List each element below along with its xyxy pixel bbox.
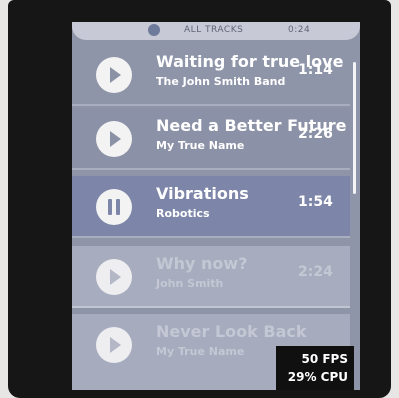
track-duration: 1:54 bbox=[298, 194, 333, 210]
play-button[interactable] bbox=[96, 57, 132, 93]
music-player-screen: ALL TRACKS 0:24 Waiting for true love Th… bbox=[72, 22, 360, 390]
track-artist: John Smith bbox=[156, 277, 224, 290]
play-icon bbox=[110, 131, 121, 147]
track-duration: 1:14 bbox=[298, 62, 333, 78]
track-row[interactable]: Need a Better Future My True Name 2:26 bbox=[72, 108, 350, 170]
scrollbar[interactable] bbox=[353, 62, 356, 194]
performance-overlay: 50 FPS 29% CPU bbox=[276, 346, 354, 390]
track-row[interactable]: Waiting for true love The John Smith Ban… bbox=[72, 44, 350, 106]
device-bezel: ALL TRACKS 0:24 Waiting for true love Th… bbox=[8, 0, 391, 398]
track-row[interactable]: Why now? John Smith 2:24 bbox=[72, 246, 350, 308]
track-artist: Robotics bbox=[156, 207, 210, 220]
pause-button[interactable] bbox=[96, 189, 132, 225]
track-title: Why now? bbox=[156, 254, 248, 273]
play-icon bbox=[110, 269, 121, 285]
header-bar: ALL TRACKS 0:24 bbox=[72, 22, 360, 40]
chevron-down-icon[interactable] bbox=[148, 24, 160, 36]
header-time: 0:24 bbox=[288, 25, 311, 35]
fps-readout: 50 FPS bbox=[301, 352, 348, 366]
track-row-active[interactable]: Vibrations Robotics 1:54 bbox=[72, 176, 350, 238]
pause-icon bbox=[108, 199, 120, 215]
track-artist: My True Name bbox=[156, 345, 245, 358]
play-icon bbox=[110, 337, 121, 353]
play-button[interactable] bbox=[96, 327, 132, 363]
play-button[interactable] bbox=[96, 121, 132, 157]
cpu-readout: 29% CPU bbox=[287, 370, 348, 384]
play-icon bbox=[110, 67, 121, 83]
header-title: ALL TRACKS bbox=[184, 25, 244, 35]
track-title: Vibrations bbox=[156, 184, 249, 203]
track-title: Never Look Back bbox=[156, 322, 307, 341]
track-artist: My True Name bbox=[156, 139, 245, 152]
track-duration: 2:24 bbox=[298, 264, 333, 280]
track-duration: 2:26 bbox=[298, 126, 333, 142]
play-button[interactable] bbox=[96, 259, 132, 295]
track-artist: The John Smith Band bbox=[156, 75, 286, 88]
